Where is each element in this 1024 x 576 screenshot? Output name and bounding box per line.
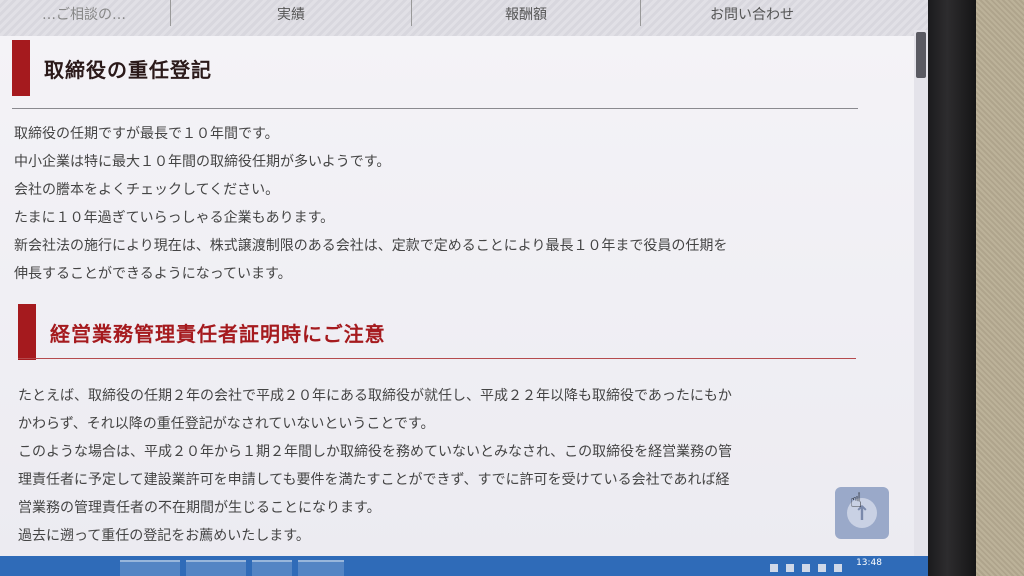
heading-rule	[18, 358, 856, 359]
paragraph-line: かわらず、それ以降の重任登記がなされていないということです。	[18, 416, 435, 432]
heading-accent-bar	[12, 40, 30, 96]
heading-rule	[12, 108, 858, 109]
paragraph-line: 理責任者に予定して建設業許可を申請しても要件を満たすことができず、すでに許可を受…	[18, 472, 730, 488]
nav-separator	[640, 0, 641, 26]
tray-icon[interactable]	[786, 564, 794, 572]
nav-item-results[interactable]: 実績	[172, 0, 410, 34]
nav-separator	[411, 0, 412, 26]
paragraph-line: 中小企業は特に最大１０年間の取締役任期が多いようです。	[14, 154, 391, 170]
nav-item-fees[interactable]: 報酬額	[413, 0, 639, 34]
taskbar-app-button[interactable]	[120, 560, 180, 576]
taskbar-app-button[interactable]	[298, 560, 344, 576]
heading-accent-bar	[18, 304, 36, 360]
section-title: 取締役の重任登記	[44, 57, 212, 82]
section-body: 取締役の任期ですが最長で１０年間です。 中小企業は特に最大１０年間の取締役任期が…	[14, 120, 727, 288]
page-content: 取締役の重任登記 取締役の任期ですが最長で１０年間です。 中小企業は特に最大１０…	[0, 36, 914, 556]
hand-cursor-icon: ☝	[850, 488, 863, 512]
vertical-scrollbar[interactable]	[914, 30, 928, 556]
monitor-bezel	[928, 0, 976, 576]
nav-item-contact[interactable]: お問い合わせ	[642, 0, 862, 34]
taskbar-clock[interactable]: 13:48	[856, 558, 882, 568]
scrollbar-thumb[interactable]	[916, 32, 926, 78]
section-title: 経営業務管理責任者証明時にご注意	[50, 321, 386, 346]
tray-icon[interactable]	[818, 564, 826, 572]
section-body: たとえば、取締役の任期２年の会社で平成２０年にある取締役が就任し、平成２２年以降…	[18, 382, 732, 550]
nav-separator	[170, 0, 171, 26]
taskbar-app-button[interactable]	[252, 560, 292, 576]
os-taskbar: 13:48	[0, 556, 928, 576]
paragraph-line: 新会社法の施行により現在は、株式譲渡制限のある会社は、定款で定めることにより最長…	[14, 238, 728, 254]
paragraph-line: たまに１０年過ぎていらっしゃる企業もあります。	[14, 210, 335, 226]
background-wall	[975, 0, 1024, 576]
taskbar-app-button[interactable]	[186, 560, 246, 576]
paragraph-line: たとえば、取締役の任期２年の会社で平成２０年にある取締役が就任し、平成２２年以降…	[18, 388, 732, 404]
tray-icon[interactable]	[802, 564, 810, 572]
nav-item-partial[interactable]: …ご相談の…	[0, 0, 168, 34]
paragraph-line: 過去に遡って重任の登記をお薦めいたします。	[18, 528, 310, 544]
tray-icon[interactable]	[770, 564, 778, 572]
section-heading-director-reappointment: 取締役の重任登記	[12, 40, 212, 96]
paragraph-line: 伸長することができるようになっています。	[14, 266, 292, 282]
paragraph-line: 会社の謄本をよくチェックしてください。	[14, 182, 280, 198]
paragraph-line: 取締役の任期ですが最長で１０年間です。	[14, 126, 279, 142]
paragraph-line: このような場合は、平成２０年から１期２年間しか取締役を務めていないとみなされ、こ…	[18, 444, 733, 460]
site-navigation: …ご相談の… 実績 報酬額 お問い合わせ	[0, 0, 928, 37]
browser-screen: …ご相談の… 実績 報酬額 お問い合わせ 取締役の重任登記 取締役の任期ですが最…	[0, 0, 928, 576]
section-heading-management-certification: 経営業務管理責任者証明時にご注意	[18, 304, 386, 360]
tray-icon[interactable]	[834, 564, 842, 572]
paragraph-line: 営業務の管理責任者の不在期間が生じることになります。	[18, 500, 381, 516]
